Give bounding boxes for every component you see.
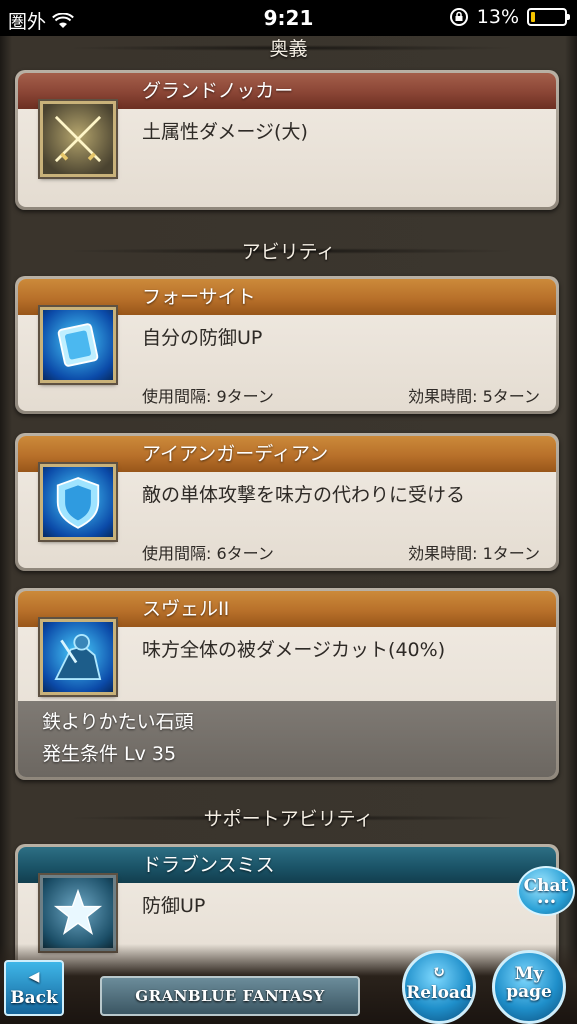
ability-card-body: アイアンガーディアン 敵の単体攻撃を味方の代わりに受ける 使用間隔: 6ターン … — [18, 436, 556, 568]
ability-cooldown: 使用間隔: 6ターン — [142, 544, 274, 563]
back-button[interactable]: ◀ Back — [4, 960, 64, 1016]
ability-card: アイアンガーディアン 敵の単体攻撃を味方の代わりに受ける 使用間隔: 6ターン … — [15, 433, 559, 571]
shield-crest-icon — [40, 464, 116, 540]
ability-cooldown: 使用間隔: 9ターン — [142, 387, 274, 406]
section-title-abilities: アビリティ — [241, 240, 336, 263]
chat-label: Chat — [523, 876, 569, 896]
reload-button[interactable]: ↻ Reload — [402, 950, 476, 1024]
ability-description: 敵の単体攻撃を味方の代わりに受ける — [142, 484, 466, 506]
logo-text: GRANBLUE FANTASY — [135, 987, 325, 1005]
skill-list[interactable]: 奥義 グランドノッカー 土属性ダメージ(大) アビリティ フォーサイト 自分の防… — [0, 36, 577, 1024]
knight-icon — [40, 619, 116, 695]
reload-icon: ↻ — [432, 962, 446, 981]
crossed-swords-icon — [40, 101, 116, 177]
ougi-card: グランドノッカー 土属性ダメージ(大) — [15, 70, 559, 210]
mypage-label-line1: My — [514, 964, 544, 984]
ability-card-body: スヴェルII 味方全体の被ダメージカット(40%) 鉄よりかたい石頭 発生条件 … — [18, 591, 556, 777]
section-title-support: サポートアビリティ — [203, 807, 374, 830]
section-header-ougi: 奥義 — [0, 36, 577, 64]
status-right: 13% — [449, 6, 570, 28]
support-description: 防御UP — [142, 895, 206, 917]
ability-duration: 効果時間: 1ターン — [408, 544, 540, 563]
section-title-ougi: 奥義 — [269, 37, 308, 60]
ability-description: 味方全体の被ダメージカット(40%) — [142, 639, 446, 661]
battery-percent: 13% — [476, 6, 519, 28]
section-header-abilities: アビリティ — [0, 233, 577, 267]
unlock-condition: 発生条件 Lv 35 — [42, 743, 177, 765]
locked-ability-name: 鉄よりかたい石頭 — [42, 711, 194, 733]
shield-blue-icon — [40, 307, 116, 383]
ability-duration: 効果時間: 5ターン — [408, 387, 540, 406]
back-arrow-icon: ◀ — [28, 969, 40, 985]
ability-card: スヴェルII 味方全体の被ダメージカット(40%) 鉄よりかたい石頭 発生条件 … — [15, 588, 559, 780]
mypage-label-line2: page — [506, 982, 552, 1002]
back-label: Back — [10, 988, 58, 1008]
ougi-card-body: グランドノッカー 土属性ダメージ(大) — [18, 73, 556, 207]
ability-card: フォーサイト 自分の防御UP 使用間隔: 9ターン 効果時間: 5ターン — [15, 276, 559, 414]
chat-dots: ••• — [537, 897, 557, 908]
ougi-description: 土属性ダメージ(大) — [142, 121, 308, 143]
mypage-button[interactable]: My page — [492, 950, 566, 1024]
reload-label: Reload — [406, 983, 472, 1003]
ability-description: 自分の防御UP — [142, 327, 263, 349]
ability-card-body: フォーサイト 自分の防御UP 使用間隔: 9ターン 効果時間: 5ターン — [18, 279, 556, 411]
battery-icon — [527, 8, 570, 26]
status-bar: 圏外 9:21 13% — [0, 0, 577, 36]
battery-level — [531, 12, 535, 22]
game-logo: GRANBLUE FANTASY — [100, 976, 360, 1016]
star-icon — [40, 875, 116, 951]
chat-button[interactable]: Chat ••• — [517, 866, 575, 916]
section-header-support: サポートアビリティ — [0, 800, 577, 834]
rotation-lock-icon — [449, 8, 468, 26]
locked-ability-footer: 鉄よりかたい石頭 発生条件 Lv 35 — [18, 701, 556, 777]
